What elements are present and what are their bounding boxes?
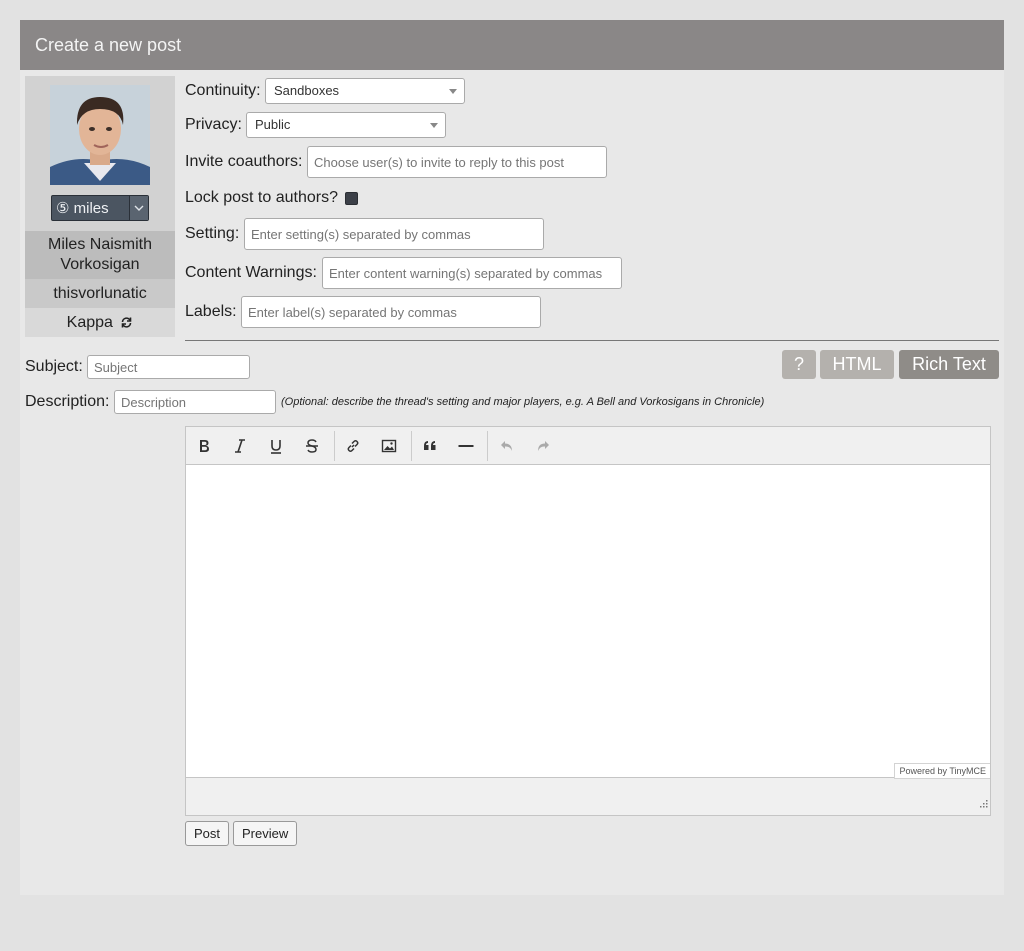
coauthors-label: Invite coauthors: bbox=[185, 153, 303, 170]
toolbar-separator bbox=[487, 431, 488, 461]
rich-text-editor: Powered by TinyMCE bbox=[185, 426, 991, 816]
undo-icon[interactable] bbox=[494, 433, 520, 459]
subject-input[interactable] bbox=[87, 355, 250, 379]
character-screenname[interactable]: thisvorlunatic bbox=[25, 279, 175, 308]
description-hint: (Optional: describe the thread's setting… bbox=[281, 396, 765, 408]
html-mode-button[interactable]: HTML bbox=[820, 350, 894, 379]
continuity-label: Continuity: bbox=[185, 82, 261, 99]
continuity-select[interactable]: Sandboxes bbox=[265, 78, 465, 104]
editor-toolbar bbox=[186, 427, 990, 465]
editor-statusbar: Powered by TinyMCE bbox=[186, 763, 990, 815]
content-warnings-label: Content Warnings: bbox=[185, 264, 317, 281]
alias-select[interactable]: ⑤ miles bbox=[51, 195, 149, 221]
editor-content-area[interactable] bbox=[186, 465, 990, 778]
content-warnings-input[interactable] bbox=[322, 257, 622, 289]
labels-label: Labels: bbox=[185, 303, 237, 320]
preview-button[interactable]: Preview bbox=[233, 821, 298, 846]
setting-input[interactable] bbox=[244, 218, 544, 250]
swap-icon[interactable] bbox=[120, 310, 133, 339]
description-label: Description: bbox=[25, 393, 110, 410]
toolbar-separator bbox=[411, 431, 412, 461]
bold-icon[interactable] bbox=[191, 433, 217, 459]
lock-checkbox[interactable] bbox=[345, 192, 358, 205]
privacy-select[interactable]: Public bbox=[246, 112, 446, 138]
italic-icon[interactable] bbox=[227, 433, 253, 459]
panel-title: Create a new post bbox=[20, 20, 1004, 70]
toolbar-separator bbox=[334, 431, 335, 461]
description-input[interactable] bbox=[114, 390, 276, 414]
character-avatar[interactable] bbox=[50, 85, 150, 185]
alias-selected: ⑤ miles bbox=[56, 200, 109, 217]
redo-icon[interactable] bbox=[530, 433, 556, 459]
character-name[interactable]: Miles Naismith Vorkosigan bbox=[25, 231, 175, 279]
template-name: Kappa bbox=[66, 314, 113, 331]
post-button[interactable]: Post bbox=[185, 821, 230, 846]
blockquote-icon[interactable] bbox=[417, 433, 443, 459]
continuity-value: Sandboxes bbox=[274, 83, 340, 98]
labels-input[interactable] bbox=[241, 296, 541, 328]
editor-help-button[interactable]: ? bbox=[782, 350, 816, 379]
rich-text-mode-button[interactable]: Rich Text bbox=[899, 350, 999, 379]
horizontal-rule-icon[interactable] bbox=[453, 433, 479, 459]
coauthors-input[interactable] bbox=[307, 146, 607, 178]
subject-label: Subject: bbox=[25, 358, 83, 375]
dropdown-arrow-icon bbox=[430, 123, 438, 128]
dropdown-arrow-icon bbox=[449, 89, 457, 94]
setting-label: Setting: bbox=[185, 225, 240, 242]
underline-icon[interactable] bbox=[263, 433, 289, 459]
chevron-down-icon[interactable] bbox=[129, 196, 148, 220]
link-icon[interactable] bbox=[340, 433, 366, 459]
privacy-value: Public bbox=[255, 117, 291, 132]
lock-label: Lock post to authors? bbox=[185, 189, 338, 206]
image-icon[interactable] bbox=[376, 433, 402, 459]
powered-by-tinymce[interactable]: Powered by TinyMCE bbox=[894, 763, 990, 779]
privacy-label: Privacy: bbox=[185, 116, 242, 133]
new-post-panel: Create a new post ⑤ miles Miles Naismith… bbox=[20, 20, 1004, 895]
character-template[interactable]: Kappa bbox=[25, 308, 175, 337]
character-selector: ⑤ miles Miles Naismith Vorkosigan thisvo… bbox=[25, 76, 175, 337]
strikethrough-icon[interactable] bbox=[299, 433, 325, 459]
resize-handle-icon[interactable] bbox=[978, 795, 988, 813]
section-divider bbox=[185, 340, 999, 341]
